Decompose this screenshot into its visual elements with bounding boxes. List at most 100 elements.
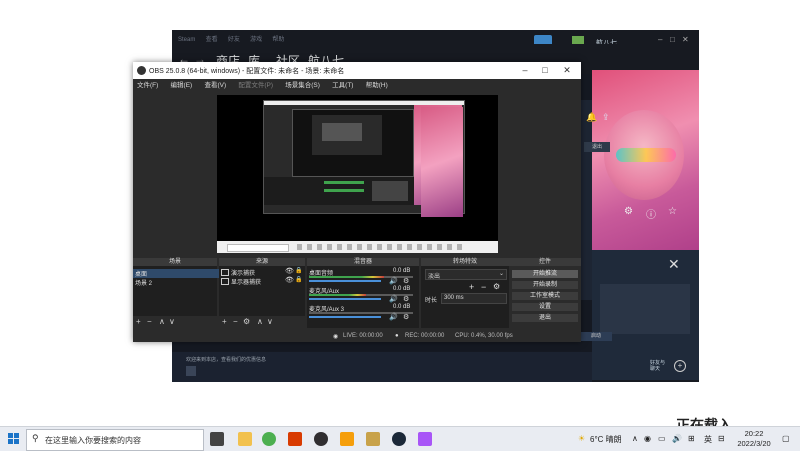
- steam-menu-item[interactable]: 好友: [228, 37, 240, 43]
- move-up-icon[interactable]: ∧: [257, 317, 263, 326]
- chrome-icon[interactable]: [262, 432, 276, 446]
- menu-scene-collection[interactable]: 场景集合(S): [285, 82, 320, 89]
- info-icon[interactable]: ⓘ: [646, 206, 656, 221]
- steam-menu-item[interactable]: 查看: [206, 37, 218, 43]
- start-streaming-button[interactable]: 开始推流: [511, 269, 579, 279]
- obs-status-bar: ◉ LIVE: 00:00:00 ● REC: 00:00:00 CPU: 0.…: [133, 332, 581, 342]
- steam-maximize-button[interactable]: □: [670, 35, 675, 44]
- minimize-button[interactable]: –: [515, 64, 535, 77]
- settings-button[interactable]: 设置: [511, 302, 579, 312]
- sources-toolbar: + − ⚙ ∧ ∨: [219, 316, 305, 328]
- network-icon[interactable]: ▭: [658, 434, 666, 443]
- move-down-icon[interactable]: ∨: [267, 317, 273, 326]
- eye-icon[interactable]: 👁: [285, 276, 294, 284]
- steam-menu-item[interactable]: 帮助: [272, 37, 284, 43]
- obs-icon[interactable]: [314, 432, 328, 446]
- bell-icon[interactable]: 🔔: [586, 112, 597, 123]
- speaker-icon[interactable]: 🔊: [389, 313, 398, 321]
- source-item[interactable]: 显示器捕获: [231, 277, 261, 286]
- clock-date: 2022/3/20: [737, 439, 771, 448]
- launch-button[interactable]: 启动: [580, 332, 612, 341]
- lock-icon[interactable]: 🔒: [295, 267, 302, 274]
- add-game-icon[interactable]: [186, 366, 196, 376]
- move-down-icon[interactable]: ∨: [169, 317, 175, 326]
- add-transition-icon[interactable]: +: [469, 282, 474, 292]
- game-icon[interactable]: [418, 432, 432, 446]
- notification-icon[interactable]: ▢: [782, 434, 790, 443]
- menu-tools[interactable]: 工具(T): [332, 82, 353, 89]
- obs-title-bar: OBS 25.0.8 (64-bit, windows) - 配置文件: 未命名…: [133, 62, 581, 79]
- move-up-icon[interactable]: ∧: [159, 317, 165, 326]
- scene-item[interactable]: 场景 2: [135, 278, 152, 287]
- menu-edit[interactable]: 编辑(E): [171, 82, 193, 89]
- package-icon[interactable]: [340, 432, 354, 446]
- add-source-icon[interactable]: +: [222, 317, 227, 326]
- search-icon: ⚲: [32, 433, 39, 443]
- weather-icon[interactable]: ☀: [578, 434, 585, 443]
- tray-arrow-icon[interactable]: ∧: [632, 434, 638, 443]
- clock[interactable]: 20:22 2022/3/20: [730, 429, 778, 449]
- gear-icon[interactable]: ⚙: [403, 295, 409, 303]
- windows-start-icon[interactable]: [8, 433, 20, 445]
- file-explorer-icon[interactable]: [238, 432, 252, 446]
- menu-view[interactable]: 查看(V): [204, 82, 226, 89]
- studio-mode-button[interactable]: 工作室模式: [511, 291, 579, 301]
- rec-time: REC: 00:00:00: [405, 333, 445, 339]
- close-button[interactable]: ✕: [557, 64, 577, 77]
- lock-icon[interactable]: 🔒: [295, 276, 302, 283]
- gear-icon[interactable]: ⚙: [403, 277, 409, 285]
- remove-transition-icon[interactable]: −: [481, 282, 486, 292]
- mixer-dock: 混音器 桌面音频 0.0 dB 🔊 ⚙ 麦克风/Aux 0.0 dB 🔊 ⚙ 麦克风/Aux 3…: [307, 258, 419, 328]
- remove-scene-icon[interactable]: −: [147, 317, 152, 326]
- obs-logo-icon: [137, 66, 146, 75]
- scene-item[interactable]: 桌面: [133, 269, 219, 278]
- gear-icon[interactable]: ⚙: [403, 313, 409, 321]
- tray-app-icon[interactable]: ◉: [644, 434, 651, 443]
- gear-icon[interactable]: ⚙: [493, 282, 500, 291]
- steam-icon[interactable]: [392, 432, 406, 446]
- office-icon[interactable]: [288, 432, 302, 446]
- volume-meter: [309, 276, 384, 278]
- weather-text[interactable]: 6°C 晴朗: [590, 434, 622, 445]
- gear-icon[interactable]: ⚙: [243, 317, 250, 326]
- settings-icon[interactable]: ⚙: [624, 206, 633, 217]
- window-capture-icon: [221, 269, 229, 276]
- preview-canvas[interactable]: [217, 95, 498, 253]
- taskbar-search-box[interactable]: ⚲ 在这里输入你要搜索的内容: [26, 429, 204, 451]
- volume-slider[interactable]: [309, 298, 381, 300]
- speaker-icon[interactable]: 🔊: [389, 295, 398, 303]
- star-icon[interactable]: ☆: [668, 206, 677, 217]
- source-item[interactable]: 演示捕获: [231, 268, 255, 277]
- steam-menu-item[interactable]: Steam: [178, 37, 195, 43]
- maximize-button[interactable]: □: [535, 64, 555, 77]
- plus-circle-icon[interactable]: +: [674, 360, 686, 372]
- duration-input[interactable]: 300 ms: [441, 293, 507, 304]
- volume-slider[interactable]: [309, 280, 381, 282]
- close-icon[interactable]: ✕: [668, 256, 680, 273]
- steam-side-button[interactable]: 退出: [584, 142, 610, 152]
- volume-icon[interactable]: 🔊: [672, 434, 682, 443]
- menu-help[interactable]: 帮助(H): [366, 82, 388, 89]
- share-icon[interactable]: ⇪: [602, 112, 610, 123]
- transition-select[interactable]: 淡出 ⌄: [425, 269, 507, 280]
- steam-menu-item[interactable]: 游戏: [250, 37, 262, 43]
- task-view-icon[interactable]: [210, 432, 224, 446]
- eye-icon[interactable]: 👁: [285, 267, 294, 275]
- menu-file[interactable]: 文件(F): [137, 82, 158, 89]
- league-icon[interactable]: [366, 432, 380, 446]
- friends-chat-button[interactable]: 好友与 聊天: [650, 360, 665, 372]
- start-recording-button[interactable]: 开始录制: [511, 280, 579, 290]
- remove-source-icon[interactable]: −: [233, 317, 238, 326]
- exit-button[interactable]: 退出: [511, 313, 579, 323]
- panel-content: [600, 284, 690, 334]
- volume-slider[interactable]: [309, 316, 381, 318]
- steam-minimize-button[interactable]: –: [658, 35, 662, 44]
- menu-profile[interactable]: 配置文件(P): [238, 82, 273, 89]
- speaker-icon[interactable]: 🔊: [389, 277, 398, 285]
- nested-game-art: [403, 107, 463, 217]
- steam-close-button[interactable]: ✕: [682, 35, 689, 44]
- ime-mode-icon[interactable]: ⊟: [718, 434, 725, 443]
- ime-icon[interactable]: ⊞: [688, 434, 695, 443]
- add-scene-icon[interactable]: +: [136, 317, 141, 326]
- language-indicator[interactable]: 英: [704, 434, 712, 445]
